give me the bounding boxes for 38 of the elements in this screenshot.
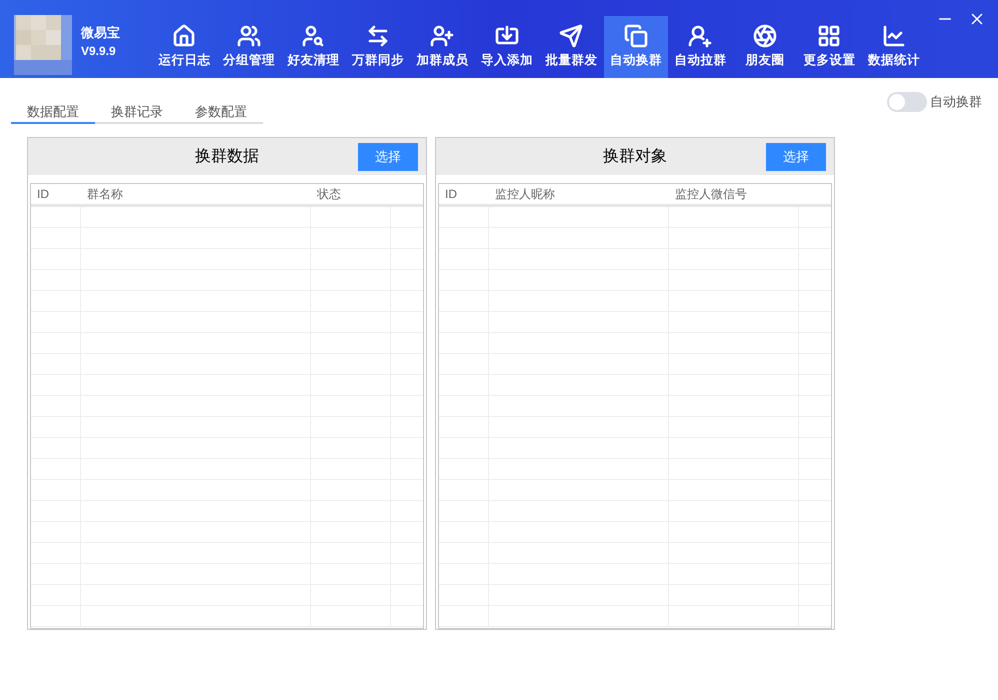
nav-tab[interactable]: 万群同步 (346, 16, 410, 78)
column-header: 群名称 (86, 186, 124, 203)
aperture-icon (752, 24, 777, 48)
squares-icon (624, 24, 648, 48)
send-icon (559, 24, 584, 48)
user-search-icon (301, 24, 326, 48)
user-plus-icon (430, 24, 454, 48)
users-icon (236, 24, 261, 48)
home-icon (172, 24, 196, 48)
app-name: 微易宝 (81, 26, 120, 39)
user-add-icon (688, 24, 712, 48)
nav-tab[interactable]: 加群成员 (410, 16, 474, 78)
nav-tab[interactable]: 更多设置 (797, 16, 862, 78)
nav-tab[interactable]: 自动拉群 (668, 16, 732, 78)
column-header: ID (36, 186, 50, 203)
tab[interactable]: 数据配置 (11, 102, 95, 124)
nav-tab[interactable]: 好友清理 (281, 16, 346, 78)
tab[interactable]: 参数配置 (179, 102, 263, 124)
nav-tab[interactable]: 分组管理 (216, 16, 281, 78)
column-header: 监控人微信号 (674, 186, 748, 203)
panel-title: 换群对象 (603, 146, 667, 166)
panel-title: 换群数据 (195, 146, 259, 166)
column-header: ID (444, 186, 458, 203)
app-version: V9.9.9 (81, 45, 116, 57)
grid-icon (817, 24, 842, 48)
toggle-label: 自动换群 (930, 93, 982, 112)
swap-arrows-icon (366, 24, 390, 48)
column-header: 状态 (316, 186, 342, 203)
nav-tab[interactable]: 批量群发 (539, 16, 604, 78)
toggle-switch[interactable] (887, 92, 927, 112)
tab[interactable]: 换群记录 (95, 102, 179, 124)
nav-tab[interactable]: 朋友圈 (732, 16, 797, 78)
nav-tab[interactable]: 运行日志 (152, 16, 216, 78)
nav-tab[interactable]: 自动换群 (604, 16, 668, 78)
line-chart-icon (882, 24, 906, 48)
nav-tab[interactable]: 数据统计 (862, 16, 926, 78)
column-header: 监控人昵称 (494, 186, 556, 203)
nav-tab[interactable]: 导入添加 (474, 16, 539, 78)
